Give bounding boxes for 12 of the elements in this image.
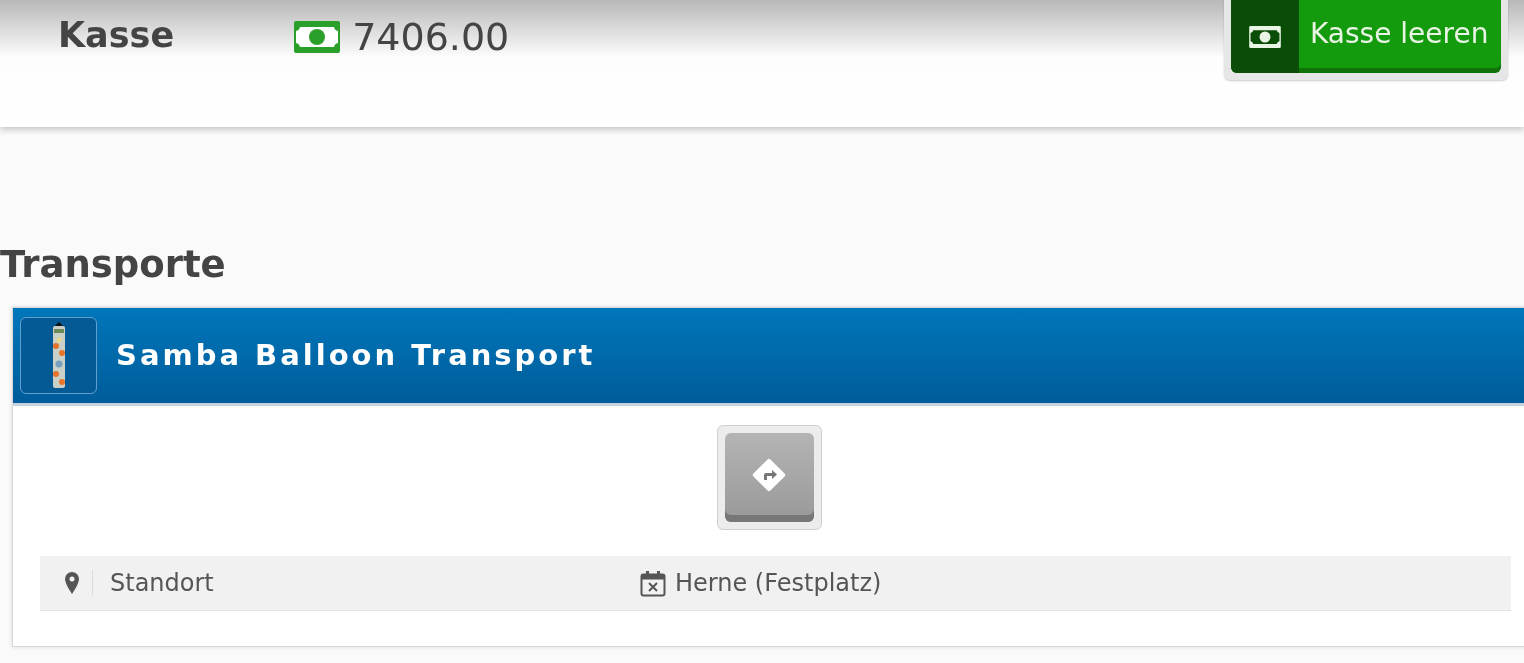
balance-amount: 7406.00: [352, 14, 510, 60]
empty-register-button[interactable]: Kasse leeren: [1231, 0, 1501, 73]
transport-name: Samba Balloon Transport: [116, 336, 596, 374]
calendar-x-icon: [640, 569, 666, 597]
money-icon: [294, 21, 341, 53]
route-button[interactable]: [724, 433, 814, 522]
register-title: Kasse: [58, 14, 175, 57]
row-value: Herne (Festplatz): [675, 568, 882, 599]
section-title: Transporte: [0, 242, 226, 288]
location-pin-icon: [65, 572, 79, 594]
row-label: Standort: [110, 568, 215, 599]
money-icon: [1249, 25, 1281, 48]
